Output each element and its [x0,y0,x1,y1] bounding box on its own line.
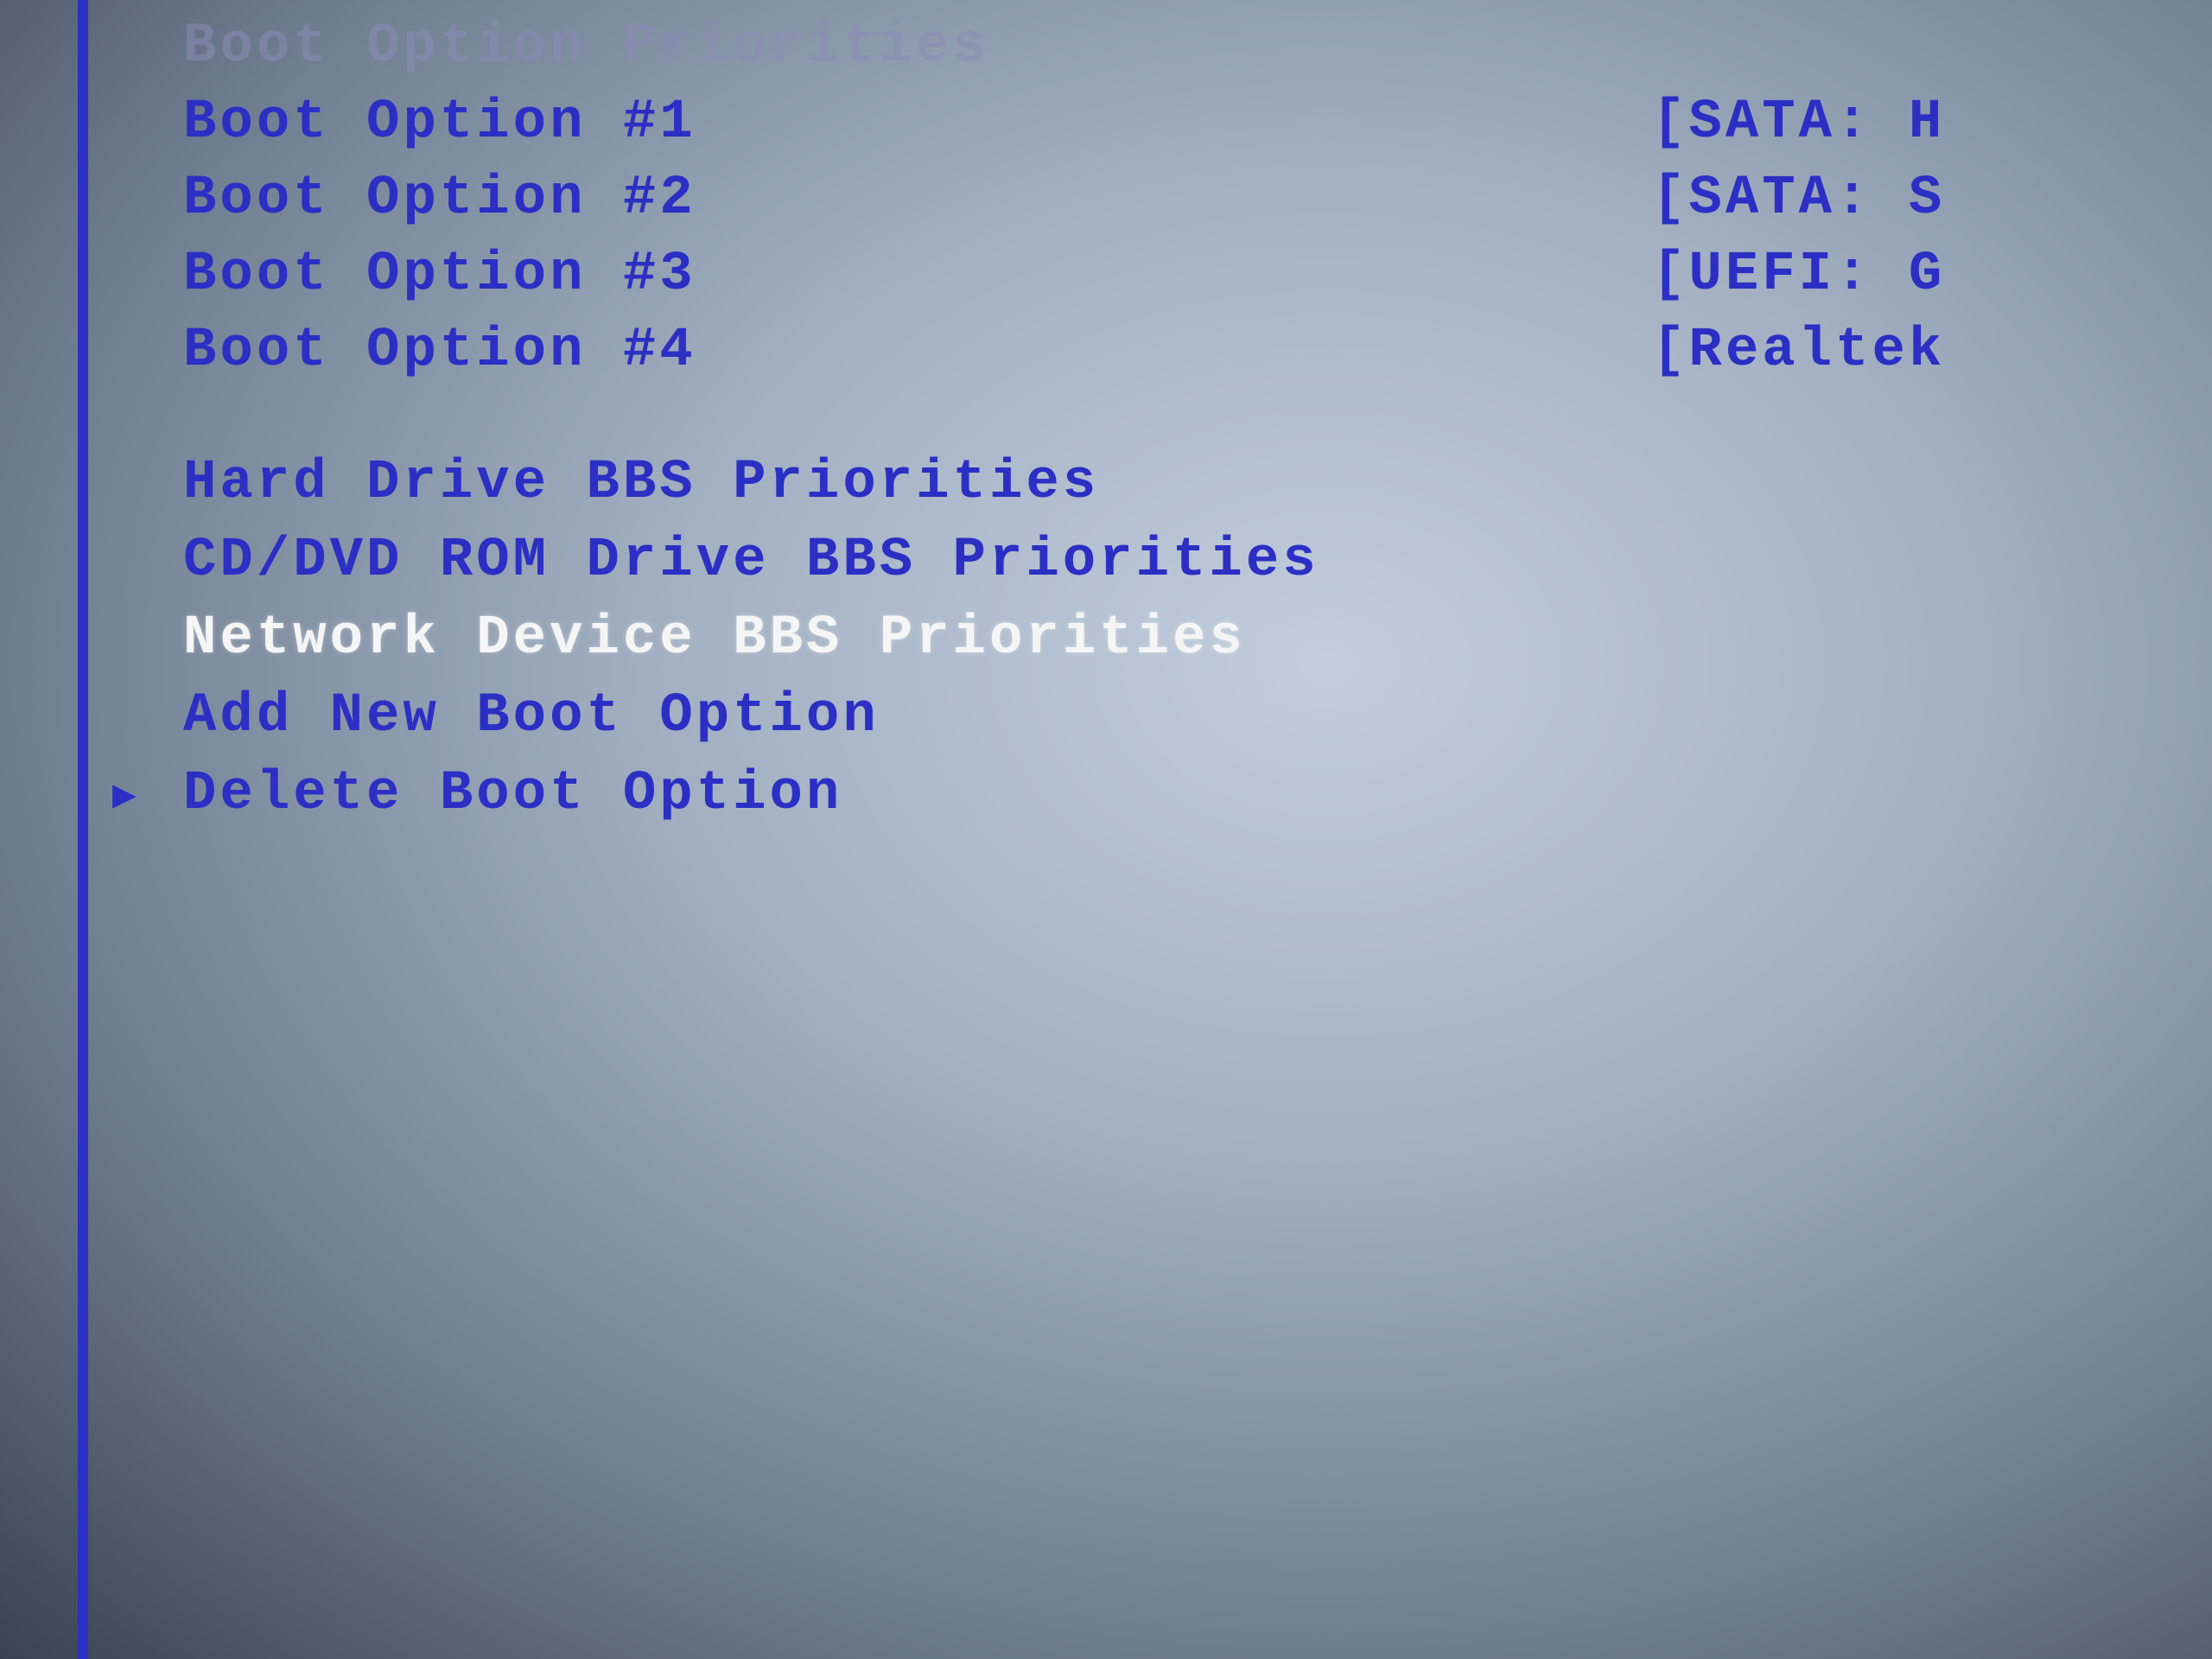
boot-option-2-row[interactable]: Boot Option #2 [SATA: S [183,161,2212,237]
bios-boot-panel: Boot Option Priorities Boot Option #1 [S… [78,0,2212,1659]
boot-option-2-label: Boot Option #2 [183,168,1652,230]
section-header: Boot Option Priorities [183,9,2212,85]
boot-option-1-row[interactable]: Boot Option #1 [SATA: H [183,85,2212,161]
menu-add-boot-option[interactable]: Add New Boot Option [183,677,2212,755]
boot-option-3-row[interactable]: Boot Option #3 [UEFI: G [183,237,2212,313]
boot-option-1-value: [SATA: H [1652,92,2212,154]
menu-hard-drive-bbs[interactable]: Hard Drive BBS Priorities [183,444,2212,522]
menu-network-bbs[interactable]: Network Device BBS Priorities [183,600,2212,677]
cursor-icon: ▶ [112,770,140,819]
spacer [183,389,2212,444]
boot-option-3-value: [UEFI: G [1652,244,2212,306]
section-header-label: Boot Option Priorities [183,16,1652,78]
boot-option-4-row[interactable]: Boot Option #4 [Realtek [183,313,2212,389]
boot-option-3-label: Boot Option #3 [183,244,1652,306]
menu-delete-boot-option[interactable]: ▶ Delete Boot Option [183,755,2212,833]
boot-option-4-value: [Realtek [1652,320,2212,382]
boot-option-4-label: Boot Option #4 [183,320,1652,382]
menu-delete-boot-option-label: Delete Boot Option [183,763,1652,825]
boot-option-1-label: Boot Option #1 [183,92,1652,154]
menu-cd-dvd-bbs-label: CD/DVD ROM Drive BBS Priorities [183,530,1652,592]
menu-items: Hard Drive BBS Priorities CD/DVD ROM Dri… [183,444,2212,833]
menu-add-boot-option-label: Add New Boot Option [183,685,1652,747]
menu-cd-dvd-bbs[interactable]: CD/DVD ROM Drive BBS Priorities [183,522,2212,600]
boot-option-2-value: [SATA: S [1652,168,2212,230]
menu-network-bbs-label: Network Device BBS Priorities [183,607,1652,670]
menu-hard-drive-bbs-label: Hard Drive BBS Priorities [183,452,1652,514]
